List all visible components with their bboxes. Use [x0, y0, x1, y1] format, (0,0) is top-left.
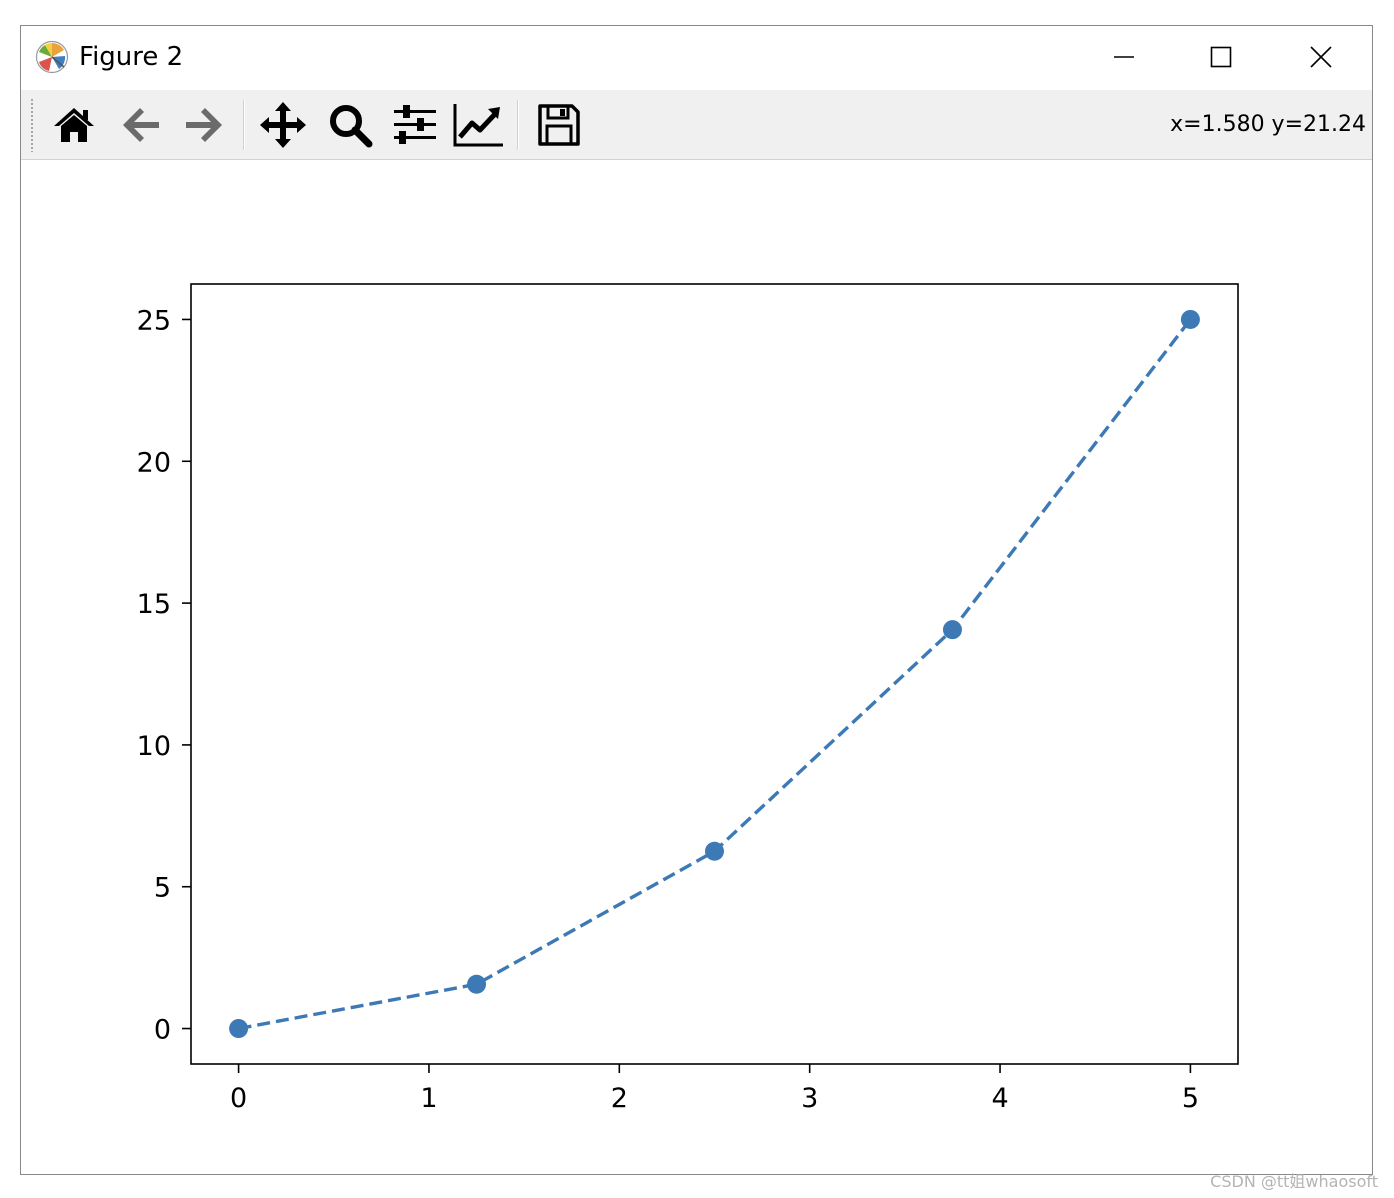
data-point[interactable] — [229, 1019, 249, 1039]
data-point[interactable] — [942, 620, 962, 640]
back-button[interactable] — [113, 98, 169, 152]
move-icon — [260, 102, 306, 148]
y-tick-label: 5 — [154, 873, 171, 904]
arrow-left-icon — [123, 108, 159, 142]
edit-axes-button[interactable] — [451, 98, 507, 152]
y-tick-label: 15 — [137, 589, 171, 620]
x-tick-label: 5 — [1182, 1083, 1199, 1114]
data-point[interactable] — [1180, 309, 1200, 329]
arrow-right-icon — [186, 108, 222, 142]
save-button[interactable] — [531, 98, 587, 152]
y-tick-label: 10 — [137, 731, 171, 762]
figure-window: Figure 2 x=1.580 y=21.24 0 1 2 3 4 5 0 5… — [20, 25, 1373, 1175]
y-tick-label: 25 — [137, 305, 171, 336]
navigation-toolbar: x=1.580 y=21.24 — [21, 90, 1372, 160]
y-tick-label: 20 — [137, 447, 171, 478]
y-tick-label: 0 — [154, 1015, 171, 1046]
close-icon — [1310, 46, 1332, 68]
data-point[interactable] — [705, 841, 724, 861]
x-tick-label: 2 — [611, 1083, 628, 1114]
minimize-button[interactable] — [1094, 36, 1154, 78]
toolbar-separator — [517, 100, 519, 150]
line-chart[interactable]: 0 1 2 3 4 5 0 5 10 15 20 25 — [21, 160, 1372, 1174]
zoom-button[interactable] — [322, 98, 378, 152]
x-tick-label: 3 — [801, 1083, 818, 1114]
close-button[interactable] — [1291, 36, 1351, 78]
configure-subplots-button[interactable] — [387, 98, 443, 152]
x-tick-label: 4 — [991, 1083, 1008, 1114]
axes-frame — [190, 283, 1239, 1065]
toolbar-separator — [243, 100, 245, 150]
window-title: Figure 2 — [79, 42, 184, 72]
floppy-disk-icon — [538, 104, 580, 146]
data-point[interactable] — [467, 974, 487, 994]
forward-button[interactable] — [176, 98, 232, 152]
watermark-text: CSDN @tt姐whaosoft — [1210, 1172, 1378, 1191]
line-chart-icon — [453, 104, 503, 147]
minimize-icon — [1114, 56, 1134, 58]
title-bar[interactable]: Figure 2 — [21, 26, 1372, 90]
x-tick-label: 1 — [420, 1083, 437, 1114]
magnifier-icon — [330, 105, 373, 148]
cursor-coordinates-readout: x=1.580 y=21.24 — [1170, 112, 1366, 137]
matplotlib-logo-icon — [35, 40, 69, 74]
home-button[interactable] — [46, 98, 102, 152]
sliders-icon — [394, 105, 436, 144]
x-tick-label: 0 — [230, 1083, 247, 1114]
pan-button[interactable] — [255, 98, 311, 152]
maximize-button[interactable] — [1191, 36, 1251, 78]
maximize-icon — [1210, 46, 1232, 68]
toolbar-grip[interactable] — [30, 98, 34, 152]
home-icon — [54, 108, 94, 142]
figure-canvas[interactable]: 0 1 2 3 4 5 0 5 10 15 20 25 — [21, 160, 1372, 1174]
